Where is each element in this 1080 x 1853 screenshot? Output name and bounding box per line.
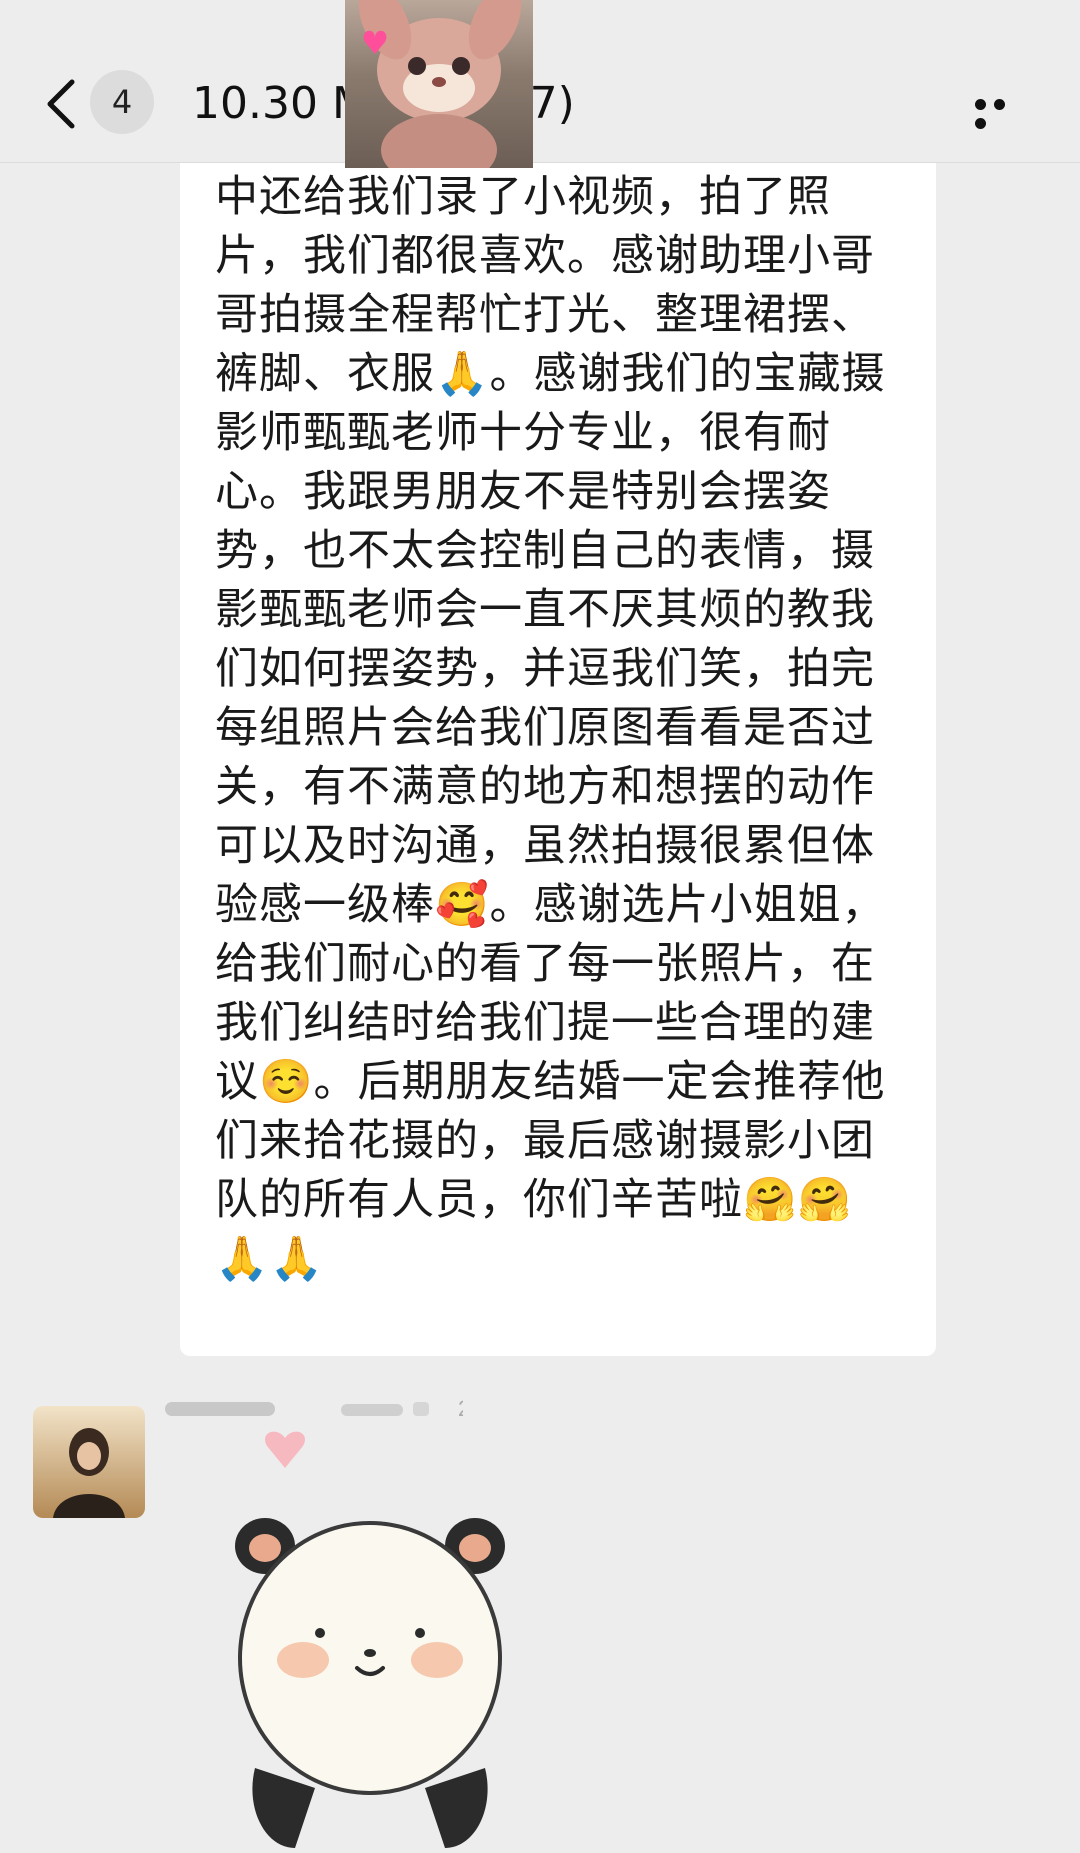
character-sticker	[345, 0, 533, 168]
chevron-left-icon[interactable]	[40, 76, 84, 132]
panda-heart-sticker[interactable]	[225, 1428, 515, 1853]
message-text: 中还给我们录了小视频，拍了照片，我们都很喜欢。感谢助理小哥哥拍摄全程帮忙打光、整…	[215, 172, 886, 1284]
more-dots-icon[interactable]	[975, 95, 1031, 129]
svg-text:2: 2	[458, 1396, 463, 1421]
chat-header: 4 10.30 MVP沟...(7)	[0, 0, 1080, 163]
sender-name-blurred: 2	[165, 1396, 463, 1421]
avatar[interactable]	[33, 1406, 145, 1518]
chat-screen: 4 10.30 MVP沟...(7) 中还给我们录了小视频，拍了照片，我们都很喜…	[0, 0, 1080, 1853]
unread-count-badge[interactable]: 4	[90, 70, 154, 134]
